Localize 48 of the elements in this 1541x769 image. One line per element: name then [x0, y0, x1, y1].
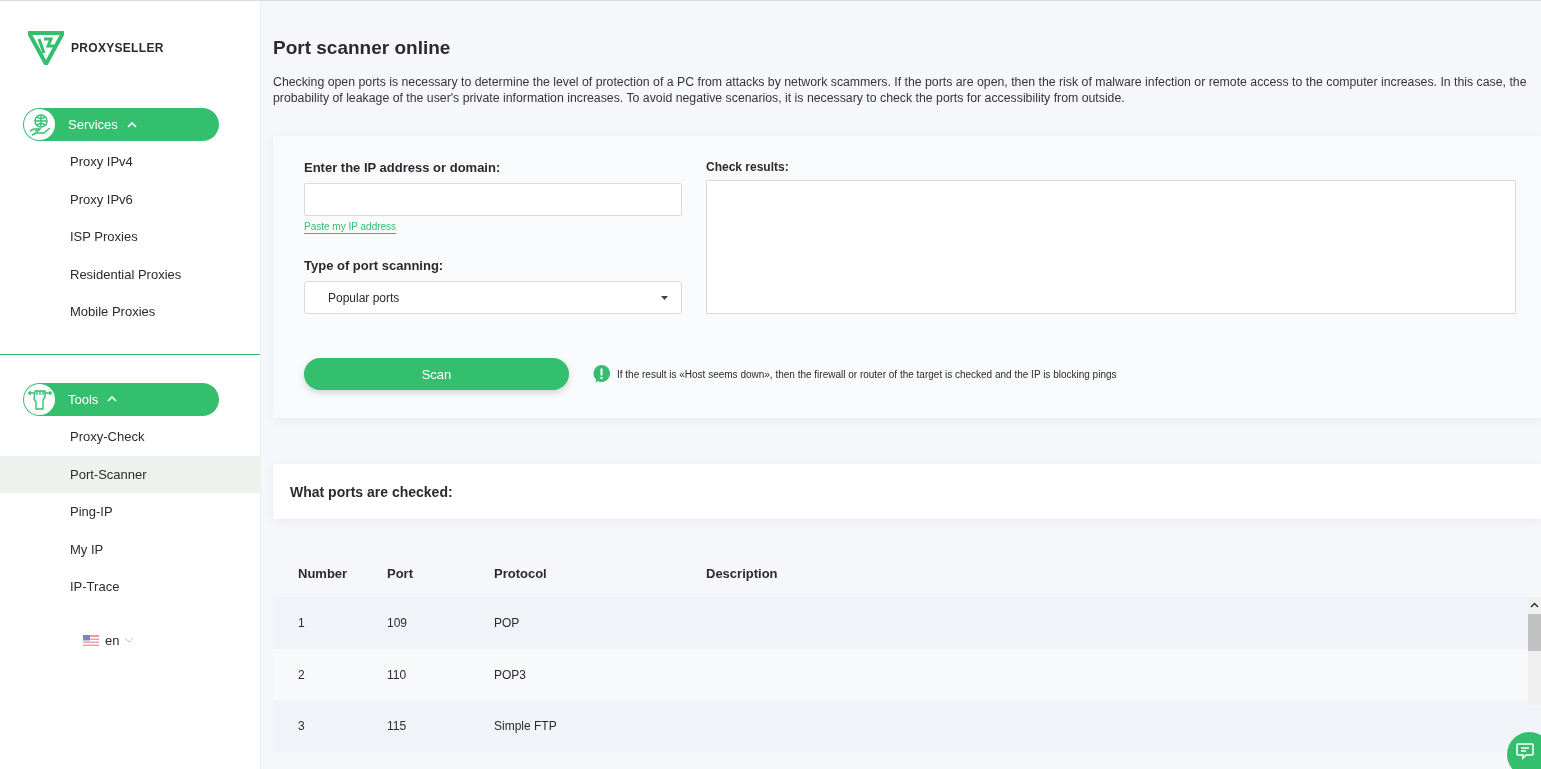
- logo-icon: [28, 31, 64, 65]
- sidebar-item[interactable]: Proxy IPv6: [0, 180, 260, 219]
- table-cell-text: 2: [298, 667, 306, 682]
- table-cell-text: 115: [387, 719, 408, 733]
- chevron-down-icon: [125, 637, 134, 643]
- chat-icon: [1515, 743, 1534, 760]
- sidebar-item[interactable]: Residential Proxies: [0, 255, 260, 294]
- field-label: Check results:: [706, 160, 790, 174]
- sidebar-item[interactable]: Port-Scanner: [0, 455, 260, 494]
- globe-hand-icon: [27, 112, 52, 137]
- scroll-up-icon: [1530, 602, 1539, 608]
- table-cell-text: POP: [494, 616, 521, 630]
- column-header: Port: [387, 565, 414, 581]
- results-field[interactable]: [706, 180, 1516, 314]
- field-label: Enter the IP address or domain:: [304, 160, 502, 175]
- table-cell-text: 109: [387, 616, 409, 630]
- sidebar-item[interactable]: Ping-IP: [0, 493, 260, 531]
- table-cell-text: POP3: [494, 667, 527, 682]
- note-text: If the result is «Host seems down», then the firewall or router of the target is checked and the IP is blocking pings: [617, 368, 1117, 380]
- caret-icon: [107, 396, 118, 403]
- logo-text: PROXYSELLER: [71, 41, 164, 55]
- sidebar-item[interactable]: My IP: [0, 530, 260, 569]
- fist-tools-icon: [26, 387, 53, 412]
- page-title: Port scanner online: [273, 37, 452, 59]
- caret-icon: [126, 121, 137, 128]
- field-label: Type of port scanning:: [304, 258, 445, 273]
- table-cell-text: 3: [298, 719, 306, 733]
- table-cell-text: 1: [298, 616, 306, 630]
- section-title: What ports are checked:: [290, 483, 453, 500]
- sidebar-item[interactable]: Proxy IPv4: [0, 143, 260, 181]
- flag-icon: [83, 634, 99, 646]
- language-selector[interactable]: en: [83, 632, 134, 648]
- intro-paragraph: Checking open ports is necessary to determine the level of protection of a PC from attacks by network scammers. If the ports are open, then the risk of malware infection or remote access to the computer increases. In this case, the probability of leakage of the user's private information increases. To avoid negative scenarios, it is necessary to check the ports for accessibility from outside.: [273, 75, 1528, 106]
- column-header: Description: [706, 565, 779, 581]
- dropdown-arrow-icon: [661, 295, 668, 300]
- scrollbar[interactable]: [1528, 597, 1541, 705]
- scrollbar-thumb[interactable]: [1528, 614, 1541, 651]
- scan-type-dropdown[interactable]: Popular ports: [304, 281, 682, 314]
- column-header: Number: [298, 565, 349, 581]
- column-header: Protocol: [494, 565, 548, 581]
- table-cell-text: 110: [387, 667, 408, 682]
- info-icon: [593, 365, 610, 383]
- sidebar-item[interactable]: Mobile Proxies: [0, 293, 260, 331]
- sidebar-item[interactable]: ISP Proxies: [0, 218, 260, 256]
- sidebar-item[interactable]: IP-Trace: [0, 568, 260, 606]
- table-cell-text: Simple FTP: [494, 719, 558, 733]
- sidebar-item[interactable]: Proxy-Check: [0, 417, 260, 456]
- ip-input-field[interactable]: [304, 183, 682, 216]
